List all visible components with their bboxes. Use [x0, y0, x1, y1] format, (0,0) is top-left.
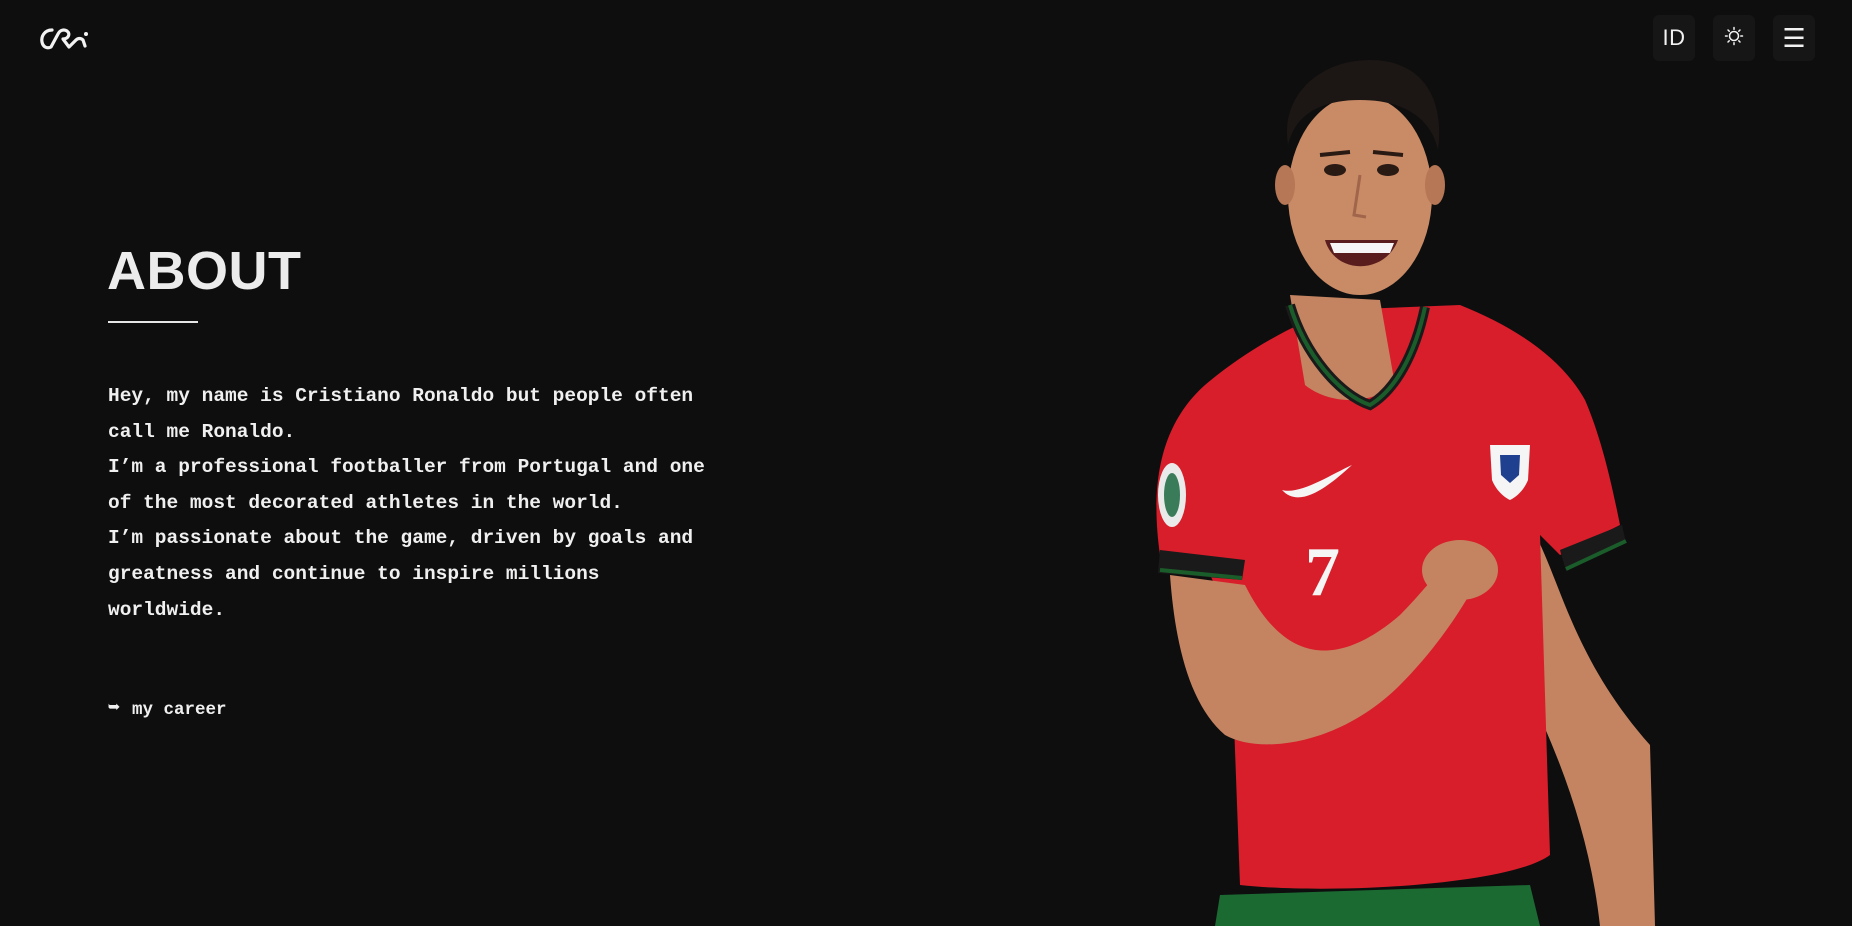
- language-label: ID: [1662, 25, 1686, 50]
- sun-icon: [1724, 26, 1744, 51]
- theme-toggle-button[interactable]: [1713, 15, 1755, 61]
- about-description: Hey, my name is Cristiano Ronaldo but pe…: [108, 379, 708, 628]
- title-divider: [108, 321, 198, 323]
- arrow-right-icon: ➥: [108, 698, 121, 721]
- header-actions: ID ☰: [1653, 15, 1815, 61]
- about-paragraph: I’m a professional footballer from Portu…: [108, 456, 705, 514]
- shirt-number: 7: [1305, 534, 1340, 611]
- page-title: ABOUT: [107, 241, 302, 301]
- about-paragraph: Hey, my name is Cristiano Ronaldo but pe…: [108, 385, 694, 443]
- career-link-label: my career: [132, 700, 227, 720]
- menu-button[interactable]: ☰: [1773, 15, 1815, 61]
- player-photo: 7: [1130, 55, 1670, 926]
- about-paragraph: I’m passionate about the game, driven by…: [108, 527, 694, 621]
- site-logo[interactable]: [38, 24, 90, 54]
- hamburger-menu-icon: ☰: [1782, 23, 1806, 53]
- about-page: ID ☰ ABOUT Hey, my name is Cristiano Ron…: [0, 0, 1852, 926]
- my-career-link[interactable]: ➥ my career: [108, 698, 227, 721]
